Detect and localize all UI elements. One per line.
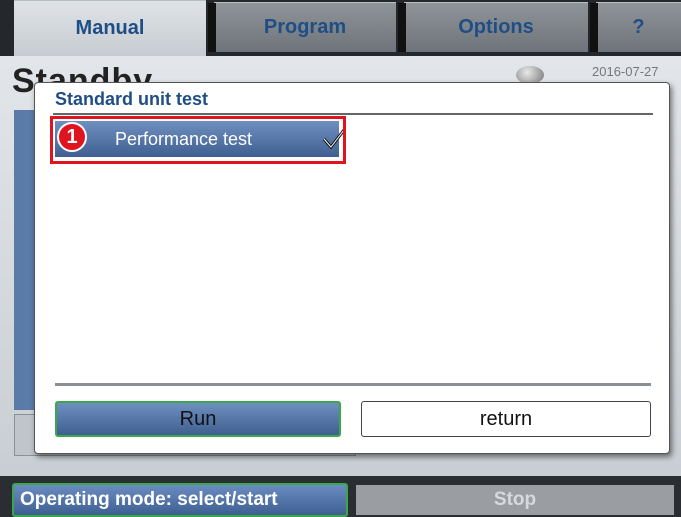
tab-program[interactable]: Program	[208, 2, 396, 52]
background-panel	[14, 110, 36, 410]
return-button[interactable]: return	[361, 401, 651, 437]
tab-separator	[398, 3, 406, 52]
tab-separator	[590, 3, 598, 52]
tab-separator	[208, 3, 216, 52]
run-button[interactable]: Run	[55, 401, 341, 437]
return-button-label: return	[479, 407, 533, 430]
stop-button[interactable]: Stop	[356, 485, 674, 515]
tab-label: Program	[263, 16, 347, 38]
tab-manual[interactable]: Manual	[14, 0, 206, 56]
divider	[55, 383, 651, 386]
run-button-label: Run	[179, 407, 217, 430]
tab-help[interactable]: ?	[590, 2, 681, 52]
tab-bar: Manual Program Options ?	[0, 0, 681, 58]
stop-button-label: Stop	[493, 489, 537, 510]
divider	[53, 113, 653, 115]
tab-options[interactable]: Options	[398, 2, 588, 52]
operating-mode-button[interactable]: Operating mode: select/start	[12, 483, 348, 517]
date-display: 2016-07-27	[592, 64, 659, 79]
tab-label: ?	[632, 16, 645, 38]
annotation-highlight-box	[50, 116, 346, 164]
tab-label: Options	[458, 16, 534, 38]
tab-label: Manual	[75, 17, 145, 39]
dialog-title: Standard unit test	[55, 89, 209, 109]
callout-number-badge: 1	[57, 122, 87, 152]
operating-mode-label: Operating mode: select/start	[20, 489, 278, 510]
